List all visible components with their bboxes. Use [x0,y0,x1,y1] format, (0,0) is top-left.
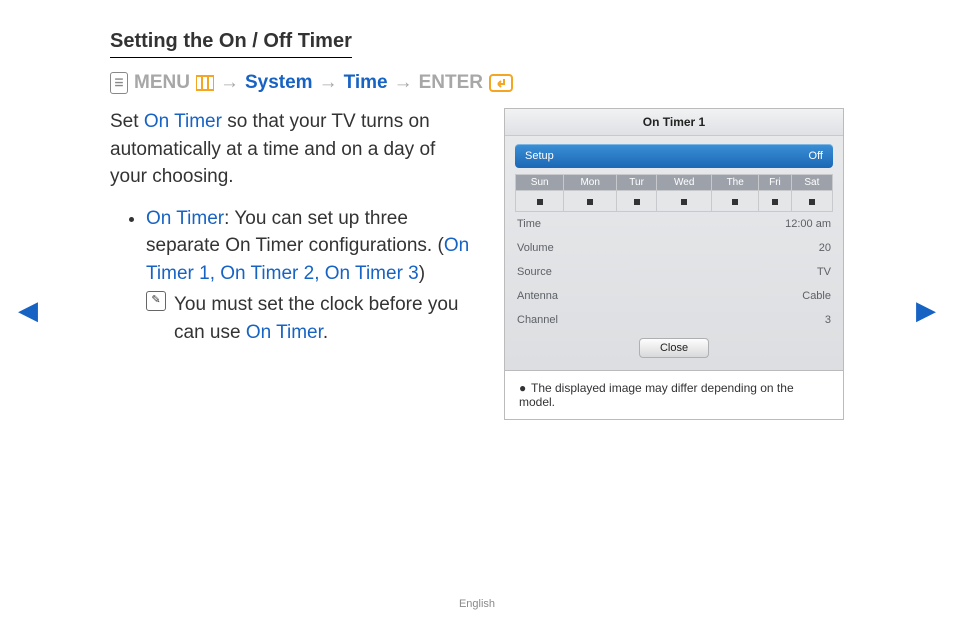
setting-row[interactable]: Channel 3 [515,308,833,332]
day-header: Sat [791,175,832,191]
close-button[interactable]: Close [639,338,709,358]
arrow-icon: → [220,72,239,94]
day-header: Tur [616,175,656,191]
page-title: Setting the On / Off Timer [110,30,352,58]
day-cell[interactable] [564,191,617,212]
breadcrumb: ☰ MENU → System → Time → ENTER [110,72,844,94]
menu-icon [196,75,214,91]
setting-label: Time [517,218,541,230]
arrow-icon: → [394,72,413,94]
path-time: Time [344,72,388,94]
prev-page-icon[interactable]: ◀ [18,295,38,326]
note-icon: ✎ [146,291,166,311]
setting-row[interactable]: Antenna Cable [515,284,833,308]
caption: ●The displayed image may differ dependin… [504,371,844,420]
setting-label: Volume [517,242,554,254]
setting-label: Antenna [517,290,558,302]
path-system: System [245,72,313,94]
setting-row[interactable]: Source TV [515,260,833,284]
setting-label: Source [517,266,552,278]
day-header: Wed [657,175,712,191]
next-page-icon[interactable]: ▶ [916,295,936,326]
bullet-on-timer: On Timer: You can set up three separate … [146,205,476,347]
setup-label: Setup [525,150,554,162]
tv-screenshot: On Timer 1 Setup Off SunMonTurWedTheFriS… [504,108,844,371]
clock-note: ✎ You must set the clock before you can … [146,291,476,346]
day-header: Mon [564,175,617,191]
setting-label: Channel [517,314,558,326]
day-cell[interactable] [616,191,656,212]
days-table: SunMonTurWedTheFriSat [515,174,833,212]
day-cell[interactable] [712,191,759,212]
on-timer-link: On Timer [144,111,222,132]
intro-text: Set On Timer so that your TV turns on au… [110,108,476,191]
setting-value: TV [817,266,831,278]
setup-value: Off [809,150,823,162]
footer-language: English [0,598,954,610]
day-header: Sun [516,175,564,191]
setting-row[interactable]: Time 12:00 am [515,212,833,236]
setting-value: 12:00 am [785,218,831,230]
path-enter: ENTER [419,72,483,94]
enter-icon [489,74,513,92]
setting-value: 20 [819,242,831,254]
path-menu: MENU [134,72,190,94]
day-cell[interactable] [657,191,712,212]
screenshot-title: On Timer 1 [505,109,843,136]
day-cell[interactable] [516,191,564,212]
day-cell[interactable] [791,191,832,212]
arrow-icon: → [319,72,338,94]
day-cell[interactable] [759,191,792,212]
setting-value: Cable [802,290,831,302]
day-header: The [712,175,759,191]
day-header: Fri [759,175,792,191]
setup-row[interactable]: Setup Off [515,144,833,168]
remote-icon: ☰ [110,72,128,94]
setting-row[interactable]: Volume 20 [515,236,833,260]
setting-value: 3 [825,314,831,326]
